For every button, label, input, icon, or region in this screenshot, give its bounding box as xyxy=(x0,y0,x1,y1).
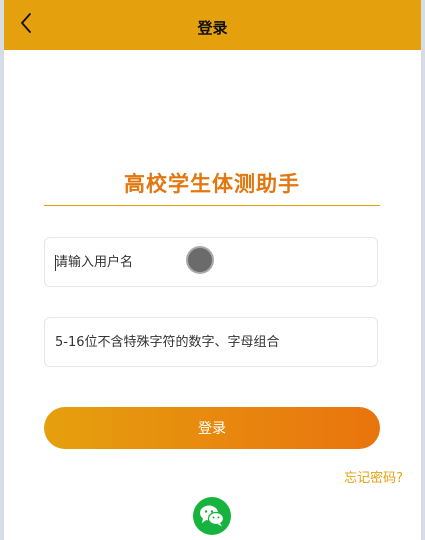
password-input[interactable] xyxy=(55,318,355,366)
wechat-login-button[interactable] xyxy=(193,497,231,535)
touch-indicator xyxy=(188,248,212,272)
nav-bar: 登录 xyxy=(4,0,421,50)
wechat-icon xyxy=(200,505,225,527)
page-title: 登录 xyxy=(197,19,228,37)
forgot-password-link[interactable]: 忘记密码? xyxy=(344,467,403,486)
text-caret xyxy=(55,255,56,271)
login-screen: 登录 高校学生体测助手 登录 忘记密码? xyxy=(4,0,421,540)
login-button[interactable]: 登录 xyxy=(44,407,380,449)
title-divider xyxy=(44,205,380,206)
app-title: 高校学生体测助手 xyxy=(124,172,300,196)
password-field[interactable] xyxy=(44,317,378,367)
